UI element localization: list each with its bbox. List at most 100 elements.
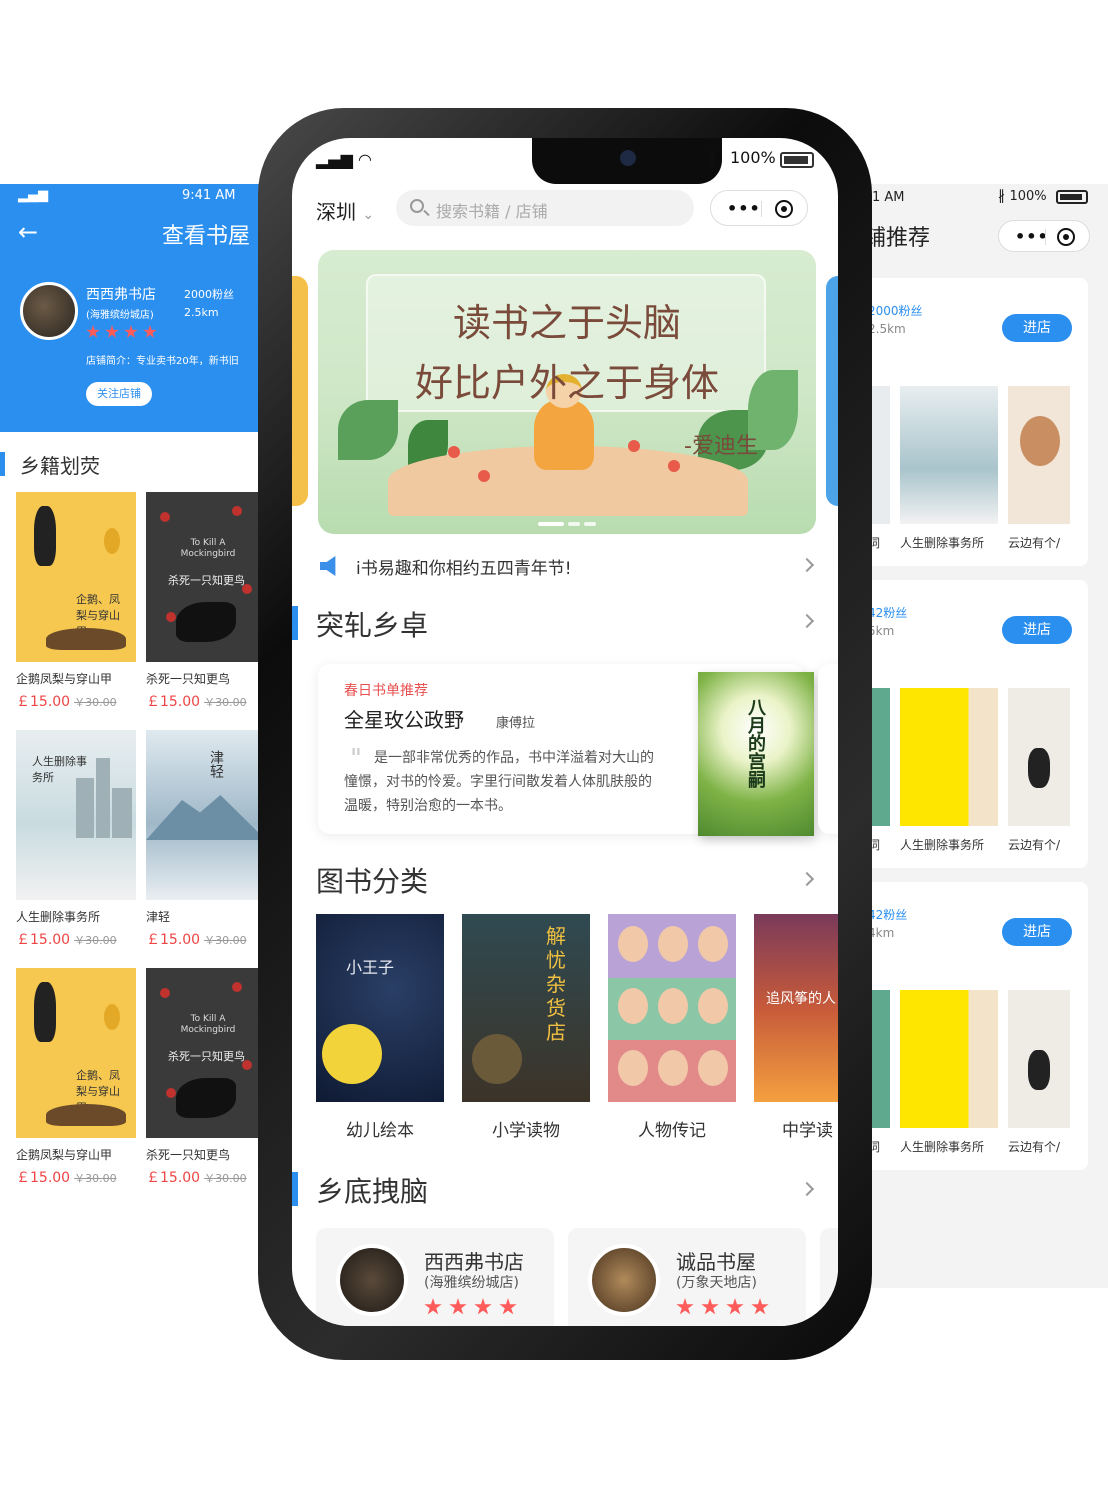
book-cover	[1008, 386, 1070, 524]
book-name: 杀死一只知更鸟	[146, 672, 231, 686]
left-header: ▂▄▆ 9:41 AM ← 查看书屋 西西弗书店 (海雅缤纷城店) 2000粉丝…	[0, 184, 262, 432]
banner-carousel[interactable]: 读书之于头脑 好比户外之于身体 -爱迪生	[318, 250, 816, 534]
cover-title: 人生删除事务所	[32, 755, 87, 784]
shop-distance: 2.5km	[868, 322, 906, 336]
book-old-price: ￥30.00	[74, 696, 117, 709]
carousel-dot[interactable]	[568, 522, 580, 526]
planet-illustration	[322, 1024, 382, 1084]
recommend-card-peek[interactable]	[818, 664, 838, 834]
notice-text[interactable]: i书易趣和你相约五四青年节!	[356, 554, 572, 579]
banner-quote-line2: 好比户外之于身体	[414, 361, 719, 405]
book-cover: 企鹅、凤梨与穿山甲	[16, 492, 136, 662]
face-illustration	[658, 926, 688, 962]
book-price: ￡15.00 ￥30.00	[16, 694, 117, 710]
section-marker	[0, 452, 5, 476]
shop-intro: 店铺简介：专业卖书20年，新书旧	[86, 356, 239, 367]
shop-card[interactable]: 诚品书屋 (万象天地店)	[568, 1228, 806, 1326]
follow-shop-button[interactable]: 关注店铺	[86, 382, 152, 406]
category-cover: 解忧杂货店	[462, 914, 590, 1102]
battery-icon	[1056, 190, 1088, 204]
book-card[interactable]: To Kill A Mockingbird 杀死一只知更鸟 杀死一只知更鸟 ￡1…	[146, 968, 262, 1187]
close-target-icon[interactable]	[775, 200, 793, 218]
star-icon	[424, 1298, 442, 1315]
book-card[interactable]: 企鹅、凤梨与穿山甲 企鹅凤梨与穿山甲 ￡15.00￥30.00	[16, 492, 136, 711]
book-cover: 津轻	[146, 730, 262, 900]
chevron-right-icon[interactable]	[799, 1181, 815, 1197]
back-arrow-icon[interactable]: ←	[18, 218, 38, 246]
search-input[interactable]: 搜索书籍 / 店铺	[396, 190, 694, 226]
figure-illustration	[1028, 748, 1050, 788]
face-illustration	[618, 988, 648, 1024]
carousel-dot[interactable]	[584, 522, 596, 526]
book-cover	[900, 990, 998, 1128]
recommend-description: 是一部非常优秀的作品，书中洋溢着对大山的憧憬，对书的怜爱。字里行间散发着人体肌肤…	[344, 750, 654, 814]
close-target-icon[interactable]	[1057, 228, 1075, 246]
book-old-price: ￥30.00	[204, 1172, 247, 1185]
battery-text: 100%	[730, 148, 776, 167]
section-title: 突轧乡卓	[316, 609, 429, 642]
chevron-down-icon: ⌄	[362, 207, 375, 223]
category-label: 人物传记	[638, 1121, 706, 1141]
category-label: 中学读	[782, 1121, 833, 1141]
enter-shop-button[interactable]: 进店	[1002, 918, 1072, 946]
category-item[interactable]: 解忧杂货店 小学读物	[462, 914, 590, 1141]
book-cover	[1008, 990, 1070, 1128]
category-cover	[608, 914, 736, 1102]
face-illustration	[658, 988, 688, 1024]
mountain-illustration	[146, 795, 262, 840]
book-price: ￡15.00 ￥30.00	[16, 1170, 117, 1186]
shop-branch: (海雅缤纷城店)	[86, 310, 154, 321]
enter-shop-button[interactable]: 进店	[1002, 314, 1072, 342]
book-card[interactable]: 人生删除事务所 人生删除事务所 ￡15.00 ￥30.00	[16, 730, 136, 949]
shop-name: 西西弗书店	[86, 287, 156, 303]
flower-illustration	[166, 612, 176, 622]
section-marker	[292, 606, 298, 640]
book-cover: To Kill A Mockingbird 杀死一只知更鸟	[146, 492, 262, 662]
chevron-right-icon[interactable]	[799, 557, 815, 573]
status-time: 1 AM	[872, 190, 905, 205]
face-illustration	[618, 1050, 648, 1086]
category-label: 幼儿绘本	[346, 1121, 414, 1141]
flower-illustration	[160, 512, 170, 522]
recommend-card[interactable]: 春日书单推荐 全星玫公政野 康傅拉 " 是一部非常优秀的作品，书中洋溢着对大山的…	[318, 664, 814, 836]
book-name: 企鹅凤梨与穿山甲	[16, 672, 113, 686]
flower-illustration	[166, 1088, 176, 1098]
city-selector[interactable]: 深圳 ⌄	[316, 196, 374, 225]
book-name: 人生删除事务所	[900, 838, 985, 852]
shop-card[interactable]: 西西弗书店 (海雅缤纷城店)	[316, 1228, 554, 1326]
book-card[interactable]: 企鹅、凤梨与穿山甲 企鹅凤梨与穿山甲 ￡15.00￥30.00	[16, 968, 136, 1187]
mini-program-capsule[interactable]: •••	[998, 220, 1090, 252]
banner-prev-peek[interactable]	[292, 276, 308, 506]
book-card[interactable]: 津轻 津轻 ￡15.00 ￥30.00	[146, 730, 262, 949]
shop-avatar	[20, 282, 78, 340]
book-card[interactable]: To Kill A Mockingbird 杀死一只知更鸟 杀死一只知更鸟 ￡1…	[146, 492, 262, 711]
star-icon	[499, 1298, 517, 1315]
face-illustration	[658, 1050, 688, 1086]
shop-card-peek[interactable]	[820, 1228, 838, 1326]
shop-fans: 42粉丝	[868, 908, 908, 922]
section-title: 乡底拽脑	[316, 1175, 429, 1208]
star-icon	[449, 1298, 467, 1315]
shop-avatar	[588, 1244, 660, 1316]
section-marker	[292, 1172, 298, 1206]
pangolin-illustration	[46, 628, 126, 650]
battery-text: 100%	[1009, 189, 1047, 204]
more-icon[interactable]: •••	[727, 199, 761, 218]
page-title: 铺推荐	[864, 226, 931, 251]
category-item[interactable]: 人物传记	[608, 914, 736, 1141]
recommend-author: 康傅拉	[496, 716, 536, 731]
more-icon[interactable]: •••	[1015, 227, 1049, 246]
book-price: ￡15.00 ￥30.00	[16, 932, 117, 948]
enter-shop-button[interactable]: 进店	[1002, 616, 1072, 644]
right-screen: 1 AM ∦ 100% 铺推荐 ••• 2000粉丝 2.5km 进店 词 人生…	[852, 184, 1108, 1288]
chevron-right-icon[interactable]	[799, 871, 815, 887]
category-cover: 小王子	[316, 914, 444, 1102]
mini-program-capsule[interactable]: •••	[710, 190, 808, 226]
book-cover	[900, 688, 998, 826]
category-item[interactable]: 小王子 幼儿绘本	[316, 914, 444, 1141]
chevron-right-icon[interactable]	[799, 613, 815, 629]
category-item[interactable]: 追风筝的人 中学读	[754, 914, 838, 1141]
shop-recommend-card: 42粉丝 5km 进店 词 人生删除事务所 云边有个/	[852, 580, 1088, 868]
banner-next-peek[interactable]	[826, 276, 838, 506]
carousel-dot-active[interactable]	[538, 522, 564, 526]
